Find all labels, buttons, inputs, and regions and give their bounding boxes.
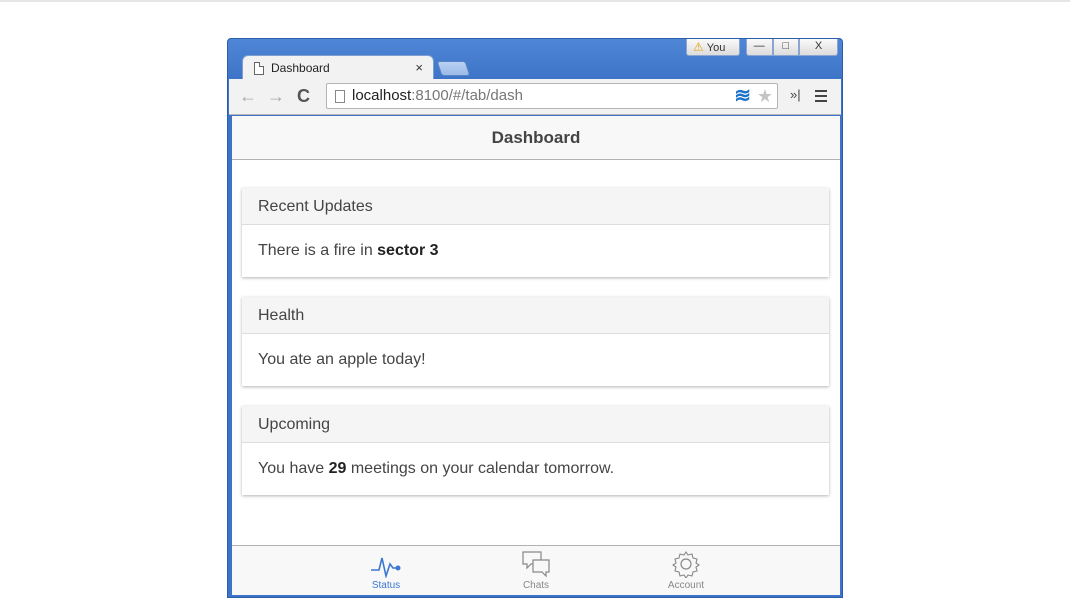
url-host: localhost (352, 87, 412, 104)
tab-label: Account (667, 580, 705, 591)
card-text-plain: You have (258, 460, 329, 477)
url-text[interactable]: localhost:8100/#/tab/dash (352, 84, 523, 108)
bookmark-star-icon[interactable]: ★ (757, 84, 773, 108)
tab-status[interactable]: Status (341, 546, 431, 595)
tab-label: Chats (522, 580, 550, 591)
card-title: Upcoming (242, 406, 829, 443)
card-text-plain: There is a fire in (258, 242, 378, 259)
tab-bar: Status Chats Account (232, 545, 840, 595)
extension-icon[interactable]: ≋ (734, 84, 751, 108)
card-upcoming: Upcoming You have 29 meetings on your ca… (242, 406, 829, 495)
card-title: Health (242, 297, 829, 334)
card-text-plain: You ate an apple today! (258, 351, 426, 368)
profile-label: You (706, 42, 726, 54)
back-icon[interactable]: ← (239, 85, 257, 107)
address-bar[interactable]: localhost:8100/#/tab/dash ≋ ★ (326, 83, 778, 109)
card-text-plain: meetings on your calendar tomorrow. (346, 460, 615, 477)
pulse-icon (341, 546, 431, 578)
page-icon (254, 62, 264, 75)
tab-chats[interactable]: Chats (491, 546, 581, 595)
window-controls: — □ X (746, 39, 839, 56)
card-text-bold: sector 3 (377, 242, 439, 259)
page-top-rule (0, 0, 1070, 2)
header-bar: Dashboard (232, 116, 840, 160)
tab-account[interactable]: Account (641, 546, 731, 595)
browser-tab[interactable]: Dashboard × (242, 55, 434, 80)
menu-icon[interactable] (815, 90, 827, 102)
card-text: You have 29 meetings on your calendar to… (242, 443, 829, 495)
gear-icon (641, 546, 731, 578)
forward-icon[interactable]: → (267, 85, 285, 107)
page-title: Dashboard (491, 128, 581, 147)
tab-title: Dashboard (271, 61, 330, 75)
page-icon (335, 90, 345, 103)
card-text: You ate an apple today! (242, 334, 829, 386)
minimize-button[interactable]: — (746, 39, 773, 56)
browser-toolbar: ← → C localhost:8100/#/tab/dash ≋ ★ »| (229, 79, 841, 115)
browser-window: ⚠ You — □ X Dashboard × ← → C localhost:8… (227, 38, 843, 598)
reload-icon[interactable]: C (297, 85, 310, 107)
chat-bubbles-icon (491, 546, 581, 578)
tab-label: Status (371, 580, 401, 591)
tab-close-icon[interactable]: × (415, 56, 423, 80)
card-text-bold: 29 (328, 460, 347, 477)
close-window-button[interactable]: X (799, 39, 839, 56)
page-viewport: Dashboard Recent Updates There is a fire… (232, 116, 840, 595)
card-text: There is a fire in sector 3 (242, 225, 829, 277)
card-health: Health You ate an apple today! (242, 297, 829, 386)
card-title: Recent Updates (242, 188, 829, 225)
profile-button[interactable]: ⚠ You (686, 39, 740, 56)
new-tab-button[interactable] (436, 61, 471, 76)
card-recent-updates: Recent Updates There is a fire in sector… (242, 188, 829, 277)
url-path: :8100/#/tab/dash (411, 87, 523, 104)
maximize-button[interactable]: □ (772, 39, 800, 56)
extensions-overflow-icon[interactable]: »| (790, 87, 801, 102)
warning-icon: ⚠ (693, 40, 704, 54)
